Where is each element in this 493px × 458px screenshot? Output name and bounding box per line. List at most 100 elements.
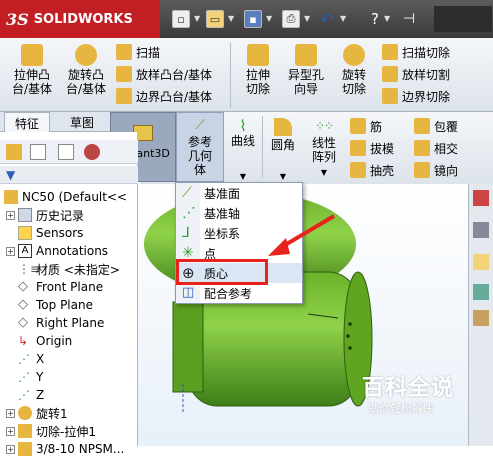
help-dropdown-icon[interactable]: ▼ — [384, 14, 390, 23]
menu-item-mate-reference[interactable]: ◫ 配合参考 — [176, 283, 302, 303]
boundary-cut-button[interactable]: 边界切除 — [382, 86, 450, 106]
feature-manager-icon[interactable] — [6, 144, 22, 160]
undo-icon[interactable]: ↶ — [318, 10, 336, 29]
tree-item-label: Top Plane — [36, 298, 93, 312]
curves-label: 曲线 — [230, 134, 255, 148]
reference-geometry-icon: ⟋ — [195, 118, 205, 133]
tree-item-x[interactable]: ⋰ X — [18, 350, 44, 368]
revolve-feature-icon — [18, 406, 32, 420]
save-icon[interactable]: ▪ — [244, 10, 262, 28]
tree-root[interactable]: NC50 (Default<< — [4, 188, 127, 206]
hole-feature-icon — [18, 442, 32, 456]
menu-item-label: 坐标系 — [204, 226, 241, 241]
tree-item-top-plane[interactable]: ◇ Top Plane — [18, 296, 93, 314]
watermark-subtitle: 助你轻松解决 — [368, 402, 434, 415]
shell-button[interactable]: 抽壳 — [350, 160, 394, 180]
tree-item-z[interactable]: ⋰ Z — [18, 386, 44, 404]
sweep-label: 扫描 — [136, 45, 161, 60]
linear-pattern-icon: ⁘⁘ — [314, 119, 334, 133]
mirror-icon — [414, 162, 430, 178]
rib-button[interactable]: 筋 — [350, 116, 382, 136]
design-library-icon[interactable] — [473, 222, 489, 238]
hole-wizard-button[interactable]: 异型孔向导 — [284, 44, 328, 96]
new-icon[interactable]: ▫ — [172, 10, 190, 28]
annotation-arrow-icon — [268, 214, 336, 256]
linear-pattern-label: 线性阵列 — [311, 136, 336, 164]
expand-icon[interactable]: + — [6, 210, 15, 220]
fillet-button[interactable]: 圆角 ▼ — [268, 118, 298, 184]
sweep-cut-label: 扫描切除 — [402, 45, 451, 60]
tree-item-front-plane[interactable]: ◇ Front Plane — [18, 278, 103, 296]
revolve-boss-button[interactable]: 旋转凸台/基体 — [60, 44, 112, 96]
menu-item-plane[interactable]: ⟋ 基准面 — [176, 183, 302, 203]
draft-icon — [350, 140, 366, 156]
hole-wizard-label: 异型孔向导 — [288, 68, 325, 96]
boundary-boss-button[interactable]: 边界凸台/基体 — [116, 86, 212, 106]
annotations-icon: A — [18, 244, 32, 258]
sweep-button[interactable]: 扫描 — [116, 42, 160, 62]
view-palette-icon[interactable] — [473, 284, 489, 300]
open-dropdown-icon[interactable]: ▼ — [228, 14, 234, 23]
tab-sketch[interactable]: 草图 — [60, 112, 104, 132]
tree-item-origin[interactable]: ↳ Origin — [18, 332, 72, 350]
loft-cut-icon — [382, 66, 398, 82]
tree-item-sensors[interactable]: Sensors — [18, 224, 83, 242]
tree-item-npsm[interactable]: + 3/8-10 NPSM... — [6, 440, 124, 458]
mirror-button[interactable]: 镜向 — [414, 160, 458, 180]
configuration-manager-icon[interactable] — [58, 144, 74, 160]
tree-item-y[interactable]: ⋰ Y — [18, 368, 43, 386]
extrude-boss-label: 拉伸凸台/基体 — [11, 68, 53, 96]
loft-cut-button[interactable]: 放样切割 — [382, 64, 450, 84]
help-icon[interactable]: ? — [366, 10, 384, 28]
open-icon[interactable]: ▭ — [206, 10, 224, 28]
filter-icon[interactable]: ▼ — [6, 168, 15, 182]
new-dropdown-icon[interactable]: ▼ — [194, 14, 200, 23]
pin-icon[interactable]: ⊣ — [400, 10, 418, 28]
loft-boss-button[interactable]: 放样凸台/基体 — [116, 64, 212, 84]
sweep-cut-button[interactable]: 扫描切除 — [382, 42, 450, 62]
save-dropdown-icon[interactable]: ▼ — [266, 14, 272, 23]
wrap-label: 包覆 — [434, 119, 459, 134]
expand-icon[interactable]: + — [6, 426, 15, 436]
draft-button[interactable]: 拔模 — [350, 138, 394, 158]
tree-item-material[interactable]: ⋮≡ 材质 <未指定> — [18, 260, 120, 278]
property-manager-icon[interactable] — [30, 144, 46, 160]
dimxpert-icon[interactable] — [84, 144, 100, 160]
tree-item-annotations[interactable]: + A Annotations — [6, 242, 108, 260]
brand-name: SOLIDWORKS — [33, 11, 133, 27]
undo-dropdown-icon[interactable]: ▼ — [340, 14, 346, 23]
tree-item-label: Annotations — [36, 244, 109, 258]
tree-item-label: Y — [36, 370, 44, 384]
fillet-icon — [274, 118, 292, 136]
print-dropdown-icon[interactable]: ▼ — [304, 14, 310, 23]
chevron-down-icon: ▼ — [320, 168, 328, 177]
expand-icon[interactable]: + — [6, 246, 15, 256]
tab-features[interactable]: 特征 — [4, 112, 51, 132]
revolve-cut-button[interactable]: 旋转切除 — [332, 44, 376, 96]
resources-icon[interactable] — [473, 190, 489, 206]
history-icon — [18, 208, 32, 222]
tree-item-right-plane[interactable]: ◇ Right Plane — [18, 314, 104, 332]
wrap-button[interactable]: 包覆 — [414, 116, 458, 136]
intersect-label: 相交 — [434, 141, 459, 156]
ds-logo-mark: 3S — [6, 9, 29, 29]
tree-item-cut-extrude1[interactable]: + 切除-拉伸1 — [6, 422, 96, 440]
extrude-cut-button[interactable]: 拉伸切除 — [236, 44, 280, 96]
tree-item-label: Origin — [36, 334, 73, 348]
solidworks-logo[interactable]: 3S SOLIDWORKS — [0, 0, 160, 38]
reference-geometry-button[interactable]: ⟋ 参考几何体 ▼ — [176, 112, 224, 194]
tree-item-history[interactable]: + 历史记录 — [6, 206, 84, 224]
print-icon[interactable]: ⎙ — [282, 10, 300, 28]
appearances-icon[interactable] — [473, 310, 489, 326]
file-explorer-icon[interactable] — [473, 254, 489, 270]
annotation-highlight-box — [176, 259, 268, 285]
curves-button[interactable]: ⌇ 曲线 ▼ — [228, 118, 258, 184]
intersect-button[interactable]: 相交 — [414, 138, 458, 158]
mirror-label: 镜向 — [434, 163, 459, 178]
expand-icon[interactable]: + — [6, 408, 15, 418]
linear-pattern-button[interactable]: ⁘⁘ 线性阵列 ▼ — [304, 118, 344, 180]
tree-item-revolve1[interactable]: + 旋转1 — [6, 404, 68, 422]
extrude-boss-button[interactable]: 拉伸凸台/基体 — [6, 44, 58, 96]
ribbon-separator — [230, 42, 231, 108]
tree-filter[interactable]: ▼ — [0, 166, 138, 184]
